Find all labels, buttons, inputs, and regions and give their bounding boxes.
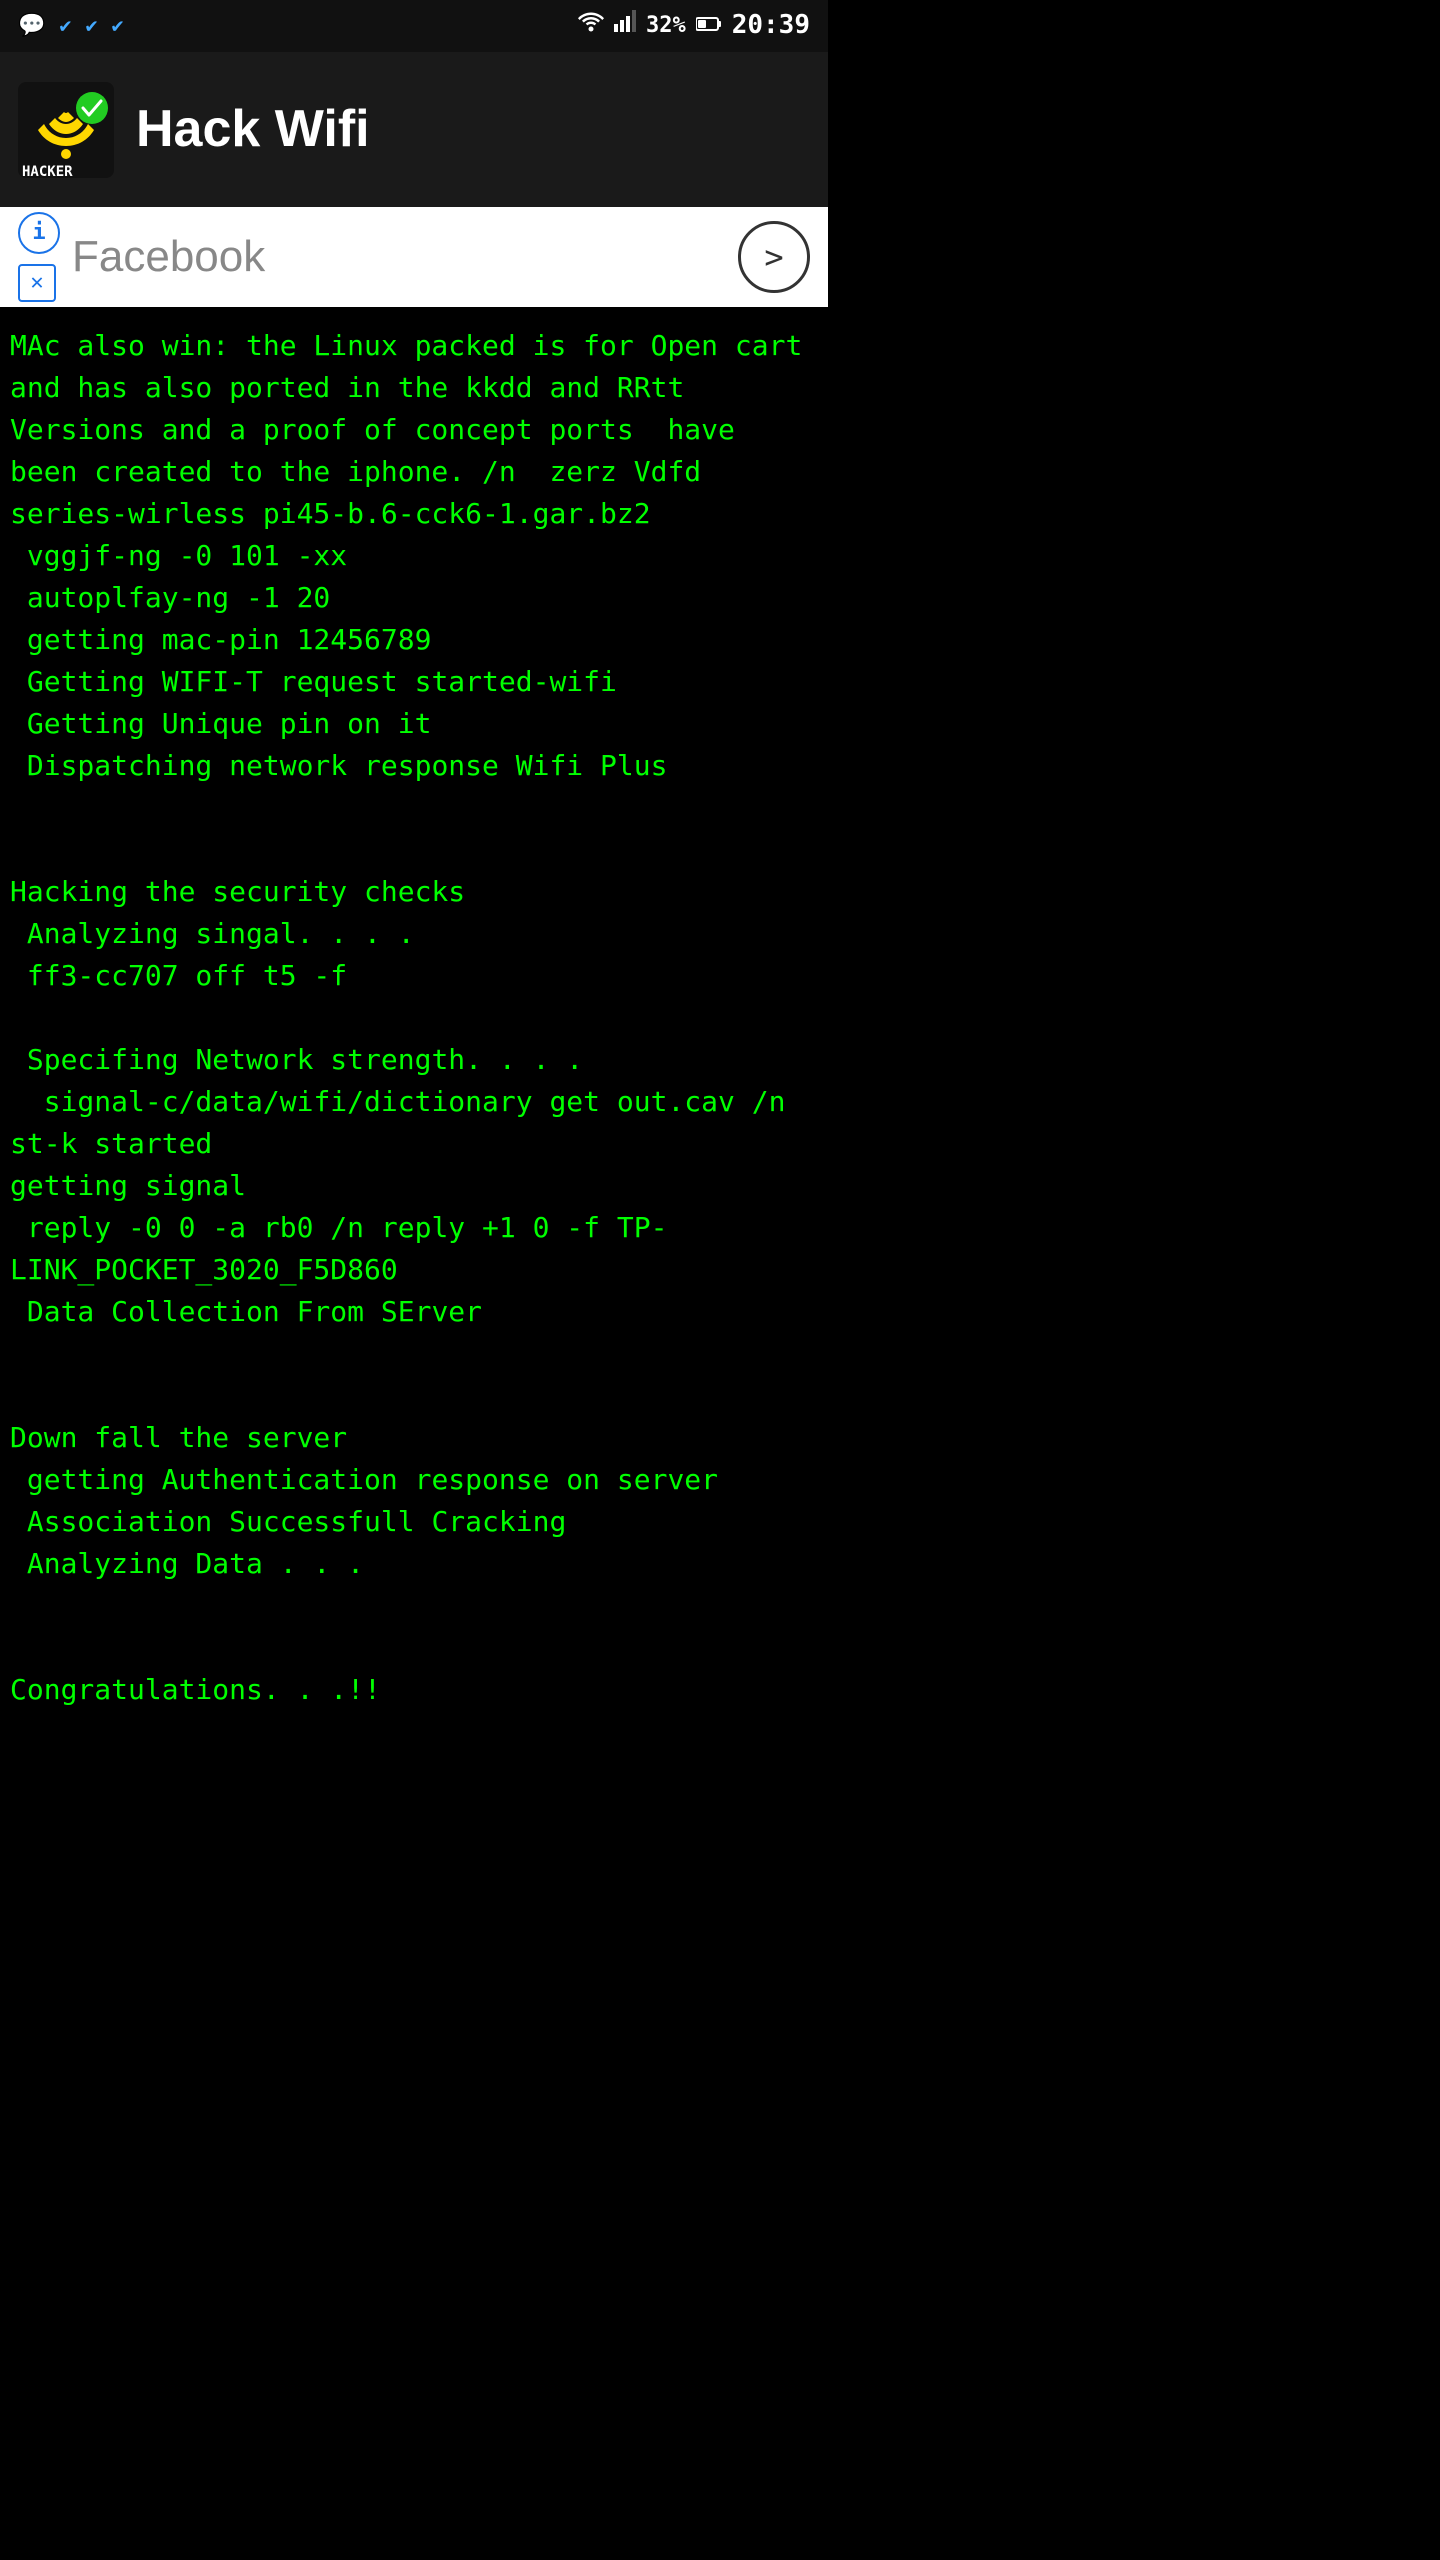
check3-icon: ✔ — [112, 11, 124, 40]
svg-text:HACKER: HACKER — [22, 164, 73, 178]
battery-icon — [696, 10, 722, 42]
app-logo: HACKER — [18, 82, 114, 178]
ad-left-section: i ✕ Facebook — [18, 212, 265, 302]
signal-icon — [614, 10, 636, 42]
app-title: Hack Wifi — [136, 92, 370, 167]
time-display: 20:39 — [732, 7, 810, 45]
ad-banner[interactable]: i ✕ Facebook > — [0, 207, 828, 307]
wifi-icon — [578, 10, 604, 42]
ad-info-icon[interactable]: i — [18, 212, 60, 254]
ad-close-icon[interactable]: ✕ — [18, 264, 56, 302]
app-bar: HACKER Hack Wifi — [0, 52, 828, 207]
status-left-icons: 💬 ✔ ✔ ✔ — [18, 10, 124, 42]
status-right-icons: 32% 20:39 — [578, 7, 810, 45]
messenger-icon: 💬 — [18, 10, 45, 42]
check1-icon: ✔ — [59, 11, 71, 40]
ad-facebook-label: Facebook — [72, 225, 265, 289]
battery-percent: 32% — [646, 10, 686, 42]
ad-arrow-button[interactable]: > — [738, 221, 810, 293]
terminal-output: MAc also win: the Linux packed is for Op… — [0, 307, 828, 1751]
status-bar: 💬 ✔ ✔ ✔ 32% — [0, 0, 828, 52]
check2-icon: ✔ — [85, 11, 97, 40]
